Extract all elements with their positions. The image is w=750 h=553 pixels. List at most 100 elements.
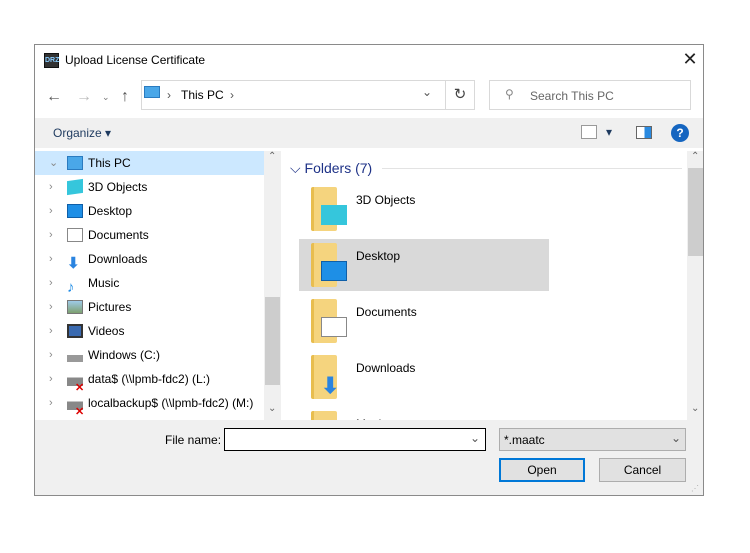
- breadcrumb-separator-icon: ›: [167, 88, 171, 102]
- chevron-right-icon[interactable]: ›: [49, 271, 53, 295]
- refresh-button[interactable]: ↻: [445, 80, 475, 110]
- tree-item[interactable]: › Documents: [35, 223, 264, 247]
- tree-scrollbar-thumb[interactable]: [265, 297, 280, 385]
- tree-item-label: Downloads: [88, 252, 148, 266]
- desktop-icon: [67, 204, 83, 218]
- preview-pane-icon[interactable]: [636, 126, 652, 139]
- tree-item[interactable]: › Desktop: [35, 199, 264, 223]
- chevron-right-icon[interactable]: ›: [49, 391, 53, 415]
- folder-item[interactable]: Desktop: [299, 239, 549, 291]
- content-scrollbar[interactable]: ⌃ ⌄: [687, 151, 703, 421]
- disconnected-drive-icon: ✕: [67, 396, 84, 418]
- chevron-right-icon[interactable]: ›: [49, 319, 53, 343]
- folder-item[interactable]: ⬇ Downloads: [299, 351, 549, 403]
- tree-item[interactable]: › ✕ data$ (\\lpmb-fdc2) (L:): [35, 367, 264, 394]
- folder-item[interactable]: 3D Objects: [299, 183, 549, 235]
- folder-overlay-icon: [321, 261, 347, 281]
- dialog-title: Upload License Certificate: [65, 53, 206, 67]
- chevron-right-icon[interactable]: ›: [49, 199, 53, 223]
- folder-item[interactable]: Music: [299, 407, 549, 421]
- footer: File name: ⌄ *.maatc ⌄ Open Cancel ⋰: [35, 420, 703, 495]
- tree-item-label: Videos: [88, 324, 125, 338]
- help-icon[interactable]: ?: [671, 124, 689, 142]
- picture-icon: [67, 300, 83, 314]
- search-placeholder: Search This PC: [530, 89, 614, 103]
- chevron-right-icon[interactable]: ›: [49, 343, 53, 367]
- tree-item[interactable]: ⌄ This PC: [35, 151, 264, 175]
- filename-input[interactable]: ⌄: [224, 428, 486, 451]
- filename-history-chevron-icon[interactable]: ⌄: [470, 431, 480, 445]
- address-dropdown-icon[interactable]: ⌄: [422, 85, 432, 99]
- tree-item[interactable]: › Windows (C:): [35, 343, 264, 367]
- tree-item[interactable]: › ✕ localbackup$ (\\lpmb-fdc2) (M:): [35, 391, 264, 418]
- folder-overlay-icon: [321, 205, 347, 225]
- group-divider: [382, 168, 682, 169]
- app-icon: DRZ: [44, 53, 59, 68]
- computer-icon: [67, 156, 83, 170]
- breadcrumb-this-pc[interactable]: This PC: [181, 88, 224, 102]
- chevron-right-icon[interactable]: ›: [49, 247, 53, 271]
- film-icon: [67, 324, 83, 338]
- drive-icon: [67, 348, 83, 362]
- disconnected-drive-icon: ✕: [67, 372, 84, 394]
- folder-overlay-icon: ⬇: [321, 373, 340, 398]
- file-type-value: *.maatc: [504, 433, 545, 447]
- chevron-right-icon[interactable]: ›: [49, 223, 53, 247]
- tree-item[interactable]: › Videos: [35, 319, 264, 343]
- tree-item[interactable]: › ♪ Music: [35, 271, 264, 295]
- file-type-chevron-icon[interactable]: ⌄: [671, 431, 681, 445]
- tree-item-label: This PC: [88, 156, 131, 170]
- search-input[interactable]: ⚲ Search This PC: [489, 80, 691, 110]
- forward-button[interactable]: →: [76, 88, 92, 106]
- group-header-label: Folders (7): [304, 160, 373, 176]
- recent-locations-chevron-icon[interactable]: ⌄: [102, 92, 110, 103]
- folder-view: ⌵ Folders (7) 3D Objects Desktop Documents…: [282, 151, 687, 421]
- folder-label: Desktop: [356, 249, 401, 263]
- chevron-right-icon[interactable]: ›: [49, 295, 53, 319]
- chevron-down-icon[interactable]: ⌄: [49, 151, 58, 175]
- tree-scrollbar[interactable]: ⌃ ⌄: [264, 151, 281, 421]
- folder-label: Documents: [356, 305, 417, 319]
- chevron-right-icon[interactable]: ›: [49, 175, 53, 199]
- tree-item-label: localbackup$ (\\lpmb-fdc2) (M:): [88, 396, 254, 410]
- file-dialog: DRZ Upload License Certificate ✕ ← → ⌄ ↑…: [34, 44, 704, 496]
- breadcrumb-chevron-icon[interactable]: ›: [230, 88, 234, 102]
- group-header[interactable]: ⌵ Folders (7): [290, 160, 372, 177]
- view-dropdown-icon[interactable]: ▾: [606, 125, 612, 139]
- content-scrollbar-thumb[interactable]: [688, 168, 703, 256]
- organize-button[interactable]: Organize ▾: [53, 126, 111, 140]
- computer-icon: [144, 86, 160, 98]
- tree-item-label: Music: [88, 276, 120, 290]
- tree-item-label: Documents: [88, 228, 149, 242]
- tree-item[interactable]: › ⬇ Downloads: [35, 247, 264, 271]
- tree-item-label: 3D Objects: [88, 180, 148, 194]
- toolbar: Organize ▾ ▾ ?: [35, 118, 703, 148]
- folder-overlay-icon: [321, 317, 347, 337]
- view-options-icon[interactable]: [581, 125, 597, 139]
- tree-item-label: data$ (\\lpmb-fdc2) (L:): [88, 372, 211, 386]
- folder-label: Downloads: [356, 361, 416, 375]
- resize-grip-icon[interactable]: ⋰: [691, 484, 699, 493]
- search-icon: ⚲: [505, 87, 514, 101]
- chevron-right-icon[interactable]: ›: [49, 367, 53, 391]
- up-button[interactable]: ↑: [121, 88, 129, 106]
- document-icon: [67, 228, 83, 242]
- close-button[interactable]: ✕: [680, 49, 700, 69]
- tree-item-label: Pictures: [88, 300, 132, 314]
- cube-icon: [67, 178, 83, 196]
- address-bar[interactable]: › This PC › ⌄: [141, 80, 446, 110]
- folder-label: 3D Objects: [356, 193, 416, 207]
- navigation-tree: ⌄ This PC › 3D Objects › Desktop › Documents › ⬇ D…: [35, 151, 281, 421]
- open-button[interactable]: Open: [499, 458, 585, 482]
- cancel-button[interactable]: Cancel: [599, 458, 686, 482]
- organize-label: Organize: [53, 126, 102, 140]
- tree-item-label: Windows (C:): [88, 348, 161, 362]
- filename-label: File name:: [165, 433, 222, 447]
- folder-item[interactable]: Documents: [299, 295, 549, 347]
- back-button[interactable]: ←: [46, 88, 62, 106]
- download-arrow-icon: ⬇: [67, 255, 80, 272]
- tree-item-label: Desktop: [88, 204, 133, 218]
- tree-item[interactable]: › 3D Objects: [35, 175, 264, 199]
- file-type-select[interactable]: *.maatc ⌄: [499, 428, 686, 451]
- tree-item[interactable]: › Pictures: [35, 295, 264, 319]
